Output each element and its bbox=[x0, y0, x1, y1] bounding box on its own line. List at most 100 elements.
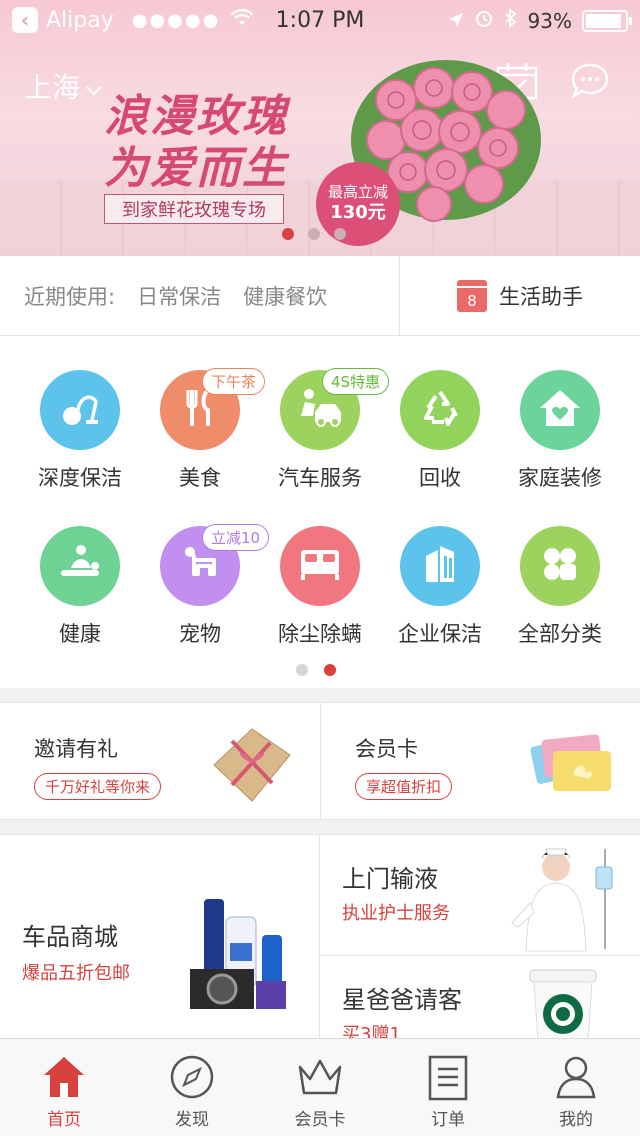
banner-title-line2: 为爱而生 bbox=[104, 143, 288, 194]
grid-page-dot bbox=[324, 664, 336, 676]
tab-profile-label: 我的 bbox=[559, 1110, 593, 1130]
clover-icon bbox=[538, 542, 582, 590]
message-bubble-icon[interactable] bbox=[570, 62, 610, 100]
status-right: 93% bbox=[448, 8, 632, 33]
service-name: 美食 bbox=[179, 466, 221, 490]
feature-tiles: 车品商城 爆品五折包邮 上门输液 执业护士服务 星爸爸请客 买3赠1 bbox=[0, 834, 640, 1045]
bluetooth-icon bbox=[504, 8, 518, 33]
calendar-icon: 8 bbox=[457, 279, 487, 312]
member-cards-image bbox=[530, 734, 611, 791]
service-name: 健康 bbox=[59, 622, 101, 646]
service-grid: 深度保洁 美食 下午茶 汽车服务 4S特惠回收 家庭装修健康 宠物 立减10 除尘除螨 企业保洁 全… bbox=[0, 336, 640, 688]
banner-page-indicator bbox=[282, 228, 346, 240]
service-item[interactable]: 宠物 立减10 bbox=[136, 524, 270, 648]
service-item[interactable]: 回收 bbox=[376, 370, 504, 492]
nurse-image bbox=[511, 848, 613, 952]
tab-discover[interactable]: 发现 bbox=[128, 1039, 256, 1136]
vacuum-icon bbox=[58, 386, 102, 434]
service-item[interactable]: 除尘除螨 bbox=[256, 526, 384, 648]
tab-member-card-label: 会员卡 bbox=[294, 1110, 346, 1130]
service-name: 家庭装修 bbox=[518, 466, 602, 490]
member-card-pill: 享超值折扣 bbox=[355, 773, 453, 800]
service-icon-circle bbox=[400, 526, 480, 606]
chevron-down-icon bbox=[86, 70, 102, 103]
promo-banner[interactable]: ‹ Alipay ●●●●● 1:07 PM 93% 上海 浪漫玫瑰 为爱而生 … bbox=[0, 0, 640, 256]
recent-item-cleaning[interactable]: 日常保洁 bbox=[137, 281, 221, 311]
service-icon-circle bbox=[520, 370, 600, 450]
tab-orders[interactable]: 订单 bbox=[384, 1039, 512, 1136]
service-icon-circle bbox=[520, 526, 600, 606]
battery-percent: 93% bbox=[527, 8, 572, 33]
home-icon bbox=[44, 1057, 84, 1097]
grid-page-indicator bbox=[296, 664, 336, 676]
invite-card[interactable]: 邀请有礼 千万好礼等你来 bbox=[0, 703, 320, 819]
tab-profile[interactable]: 我的 bbox=[512, 1039, 640, 1136]
service-name: 汽车服务 bbox=[278, 466, 362, 490]
recent-use-bar: 近期使用: 日常保洁 健康餐饮 8 生活助手 bbox=[0, 256, 640, 336]
tab-bar: 首页 发现 会员卡 订单 我的 bbox=[0, 1038, 640, 1136]
recent-use-list: 近期使用: 日常保洁 健康餐饮 bbox=[0, 256, 400, 335]
massage-icon bbox=[57, 542, 103, 590]
battery-icon bbox=[582, 9, 632, 32]
service-name: 全部分类 bbox=[518, 622, 602, 646]
badge-amount: 130元 bbox=[330, 202, 386, 224]
service-name: 深度保洁 bbox=[38, 466, 122, 490]
service-icon-circle bbox=[280, 526, 360, 606]
life-assistant-label: 生活助手 bbox=[499, 284, 583, 309]
alarm-icon bbox=[474, 8, 494, 33]
house-heart-icon bbox=[538, 386, 582, 434]
life-assistant-button[interactable]: 8 生活助手 bbox=[400, 256, 640, 335]
service-item[interactable]: 家庭装修 bbox=[496, 370, 624, 492]
service-item[interactable]: 汽车服务 4S特惠 bbox=[256, 368, 390, 492]
tab-home[interactable]: 首页 bbox=[0, 1039, 128, 1136]
tab-orders-label: 订单 bbox=[431, 1110, 465, 1130]
tab-home-label: 首页 bbox=[47, 1110, 81, 1130]
service-name: 回收 bbox=[419, 466, 461, 490]
banner-subtitle: 到家鲜花玫瑰专场 bbox=[104, 194, 284, 224]
city-selector[interactable]: 上海 bbox=[24, 66, 102, 106]
promo-cards: 邀请有礼 千万好礼等你来 会员卡 享超值折扣 bbox=[0, 702, 640, 820]
badge-top-text: 最高立减 bbox=[327, 183, 388, 202]
infusion-title: 上门输液 bbox=[342, 865, 438, 893]
service-name: 企业保洁 bbox=[398, 622, 482, 646]
compass-icon bbox=[170, 1055, 214, 1099]
service-name: 除尘除螨 bbox=[278, 622, 362, 646]
city-name: 上海 bbox=[24, 71, 81, 104]
service-item[interactable]: 全部分类 bbox=[496, 526, 624, 648]
invite-pill: 千万好礼等你来 bbox=[34, 773, 162, 800]
service-item[interactable]: 健康 bbox=[16, 526, 144, 648]
list-icon bbox=[428, 1055, 468, 1101]
calendar-day: 8 bbox=[467, 291, 477, 310]
service-icon-circle bbox=[40, 370, 120, 450]
banner-dot bbox=[282, 228, 294, 240]
service-item[interactable]: 美食 下午茶 bbox=[136, 368, 266, 492]
infusion-subtitle: 执业护士服务 bbox=[342, 903, 450, 924]
person-icon bbox=[556, 1056, 596, 1099]
tab-member-card[interactable]: 会员卡 bbox=[256, 1039, 384, 1136]
tab-discover-label: 发现 bbox=[175, 1110, 209, 1130]
banner-dot bbox=[308, 228, 320, 240]
battery-fill bbox=[586, 13, 622, 28]
service-item[interactable]: 深度保洁 bbox=[16, 370, 144, 492]
infusion-tile[interactable]: 上门输液 执业护士服务 bbox=[320, 835, 640, 955]
car-shop-subtitle: 爆品五折包邮 bbox=[22, 963, 130, 984]
starbucks-title: 星爸爸请客 bbox=[342, 986, 462, 1014]
service-item[interactable]: 企业保洁 bbox=[376, 526, 504, 648]
recent-item-healthy-meal[interactable]: 健康餐饮 bbox=[243, 281, 327, 311]
recent-use-label: 近期使用: bbox=[24, 284, 116, 309]
grid-page-dot bbox=[296, 664, 308, 676]
service-name: 宠物 bbox=[179, 622, 221, 646]
crown-icon bbox=[298, 1059, 342, 1095]
car-products-image bbox=[190, 899, 286, 1009]
coffee-cup-image bbox=[529, 969, 597, 1040]
service-icon-circle bbox=[40, 526, 120, 606]
banner-dot bbox=[334, 228, 346, 240]
member-card[interactable]: 会员卡 享超值折扣 bbox=[320, 703, 640, 819]
car-shop-tile[interactable]: 车品商城 爆品五折包邮 bbox=[0, 835, 320, 1039]
car-shop-title: 车品商城 bbox=[22, 923, 118, 951]
building-icon bbox=[418, 542, 462, 590]
service-icon-circle bbox=[400, 370, 480, 450]
location-icon bbox=[448, 9, 464, 33]
bed-icon bbox=[297, 542, 343, 590]
gift-box-image bbox=[213, 728, 291, 802]
